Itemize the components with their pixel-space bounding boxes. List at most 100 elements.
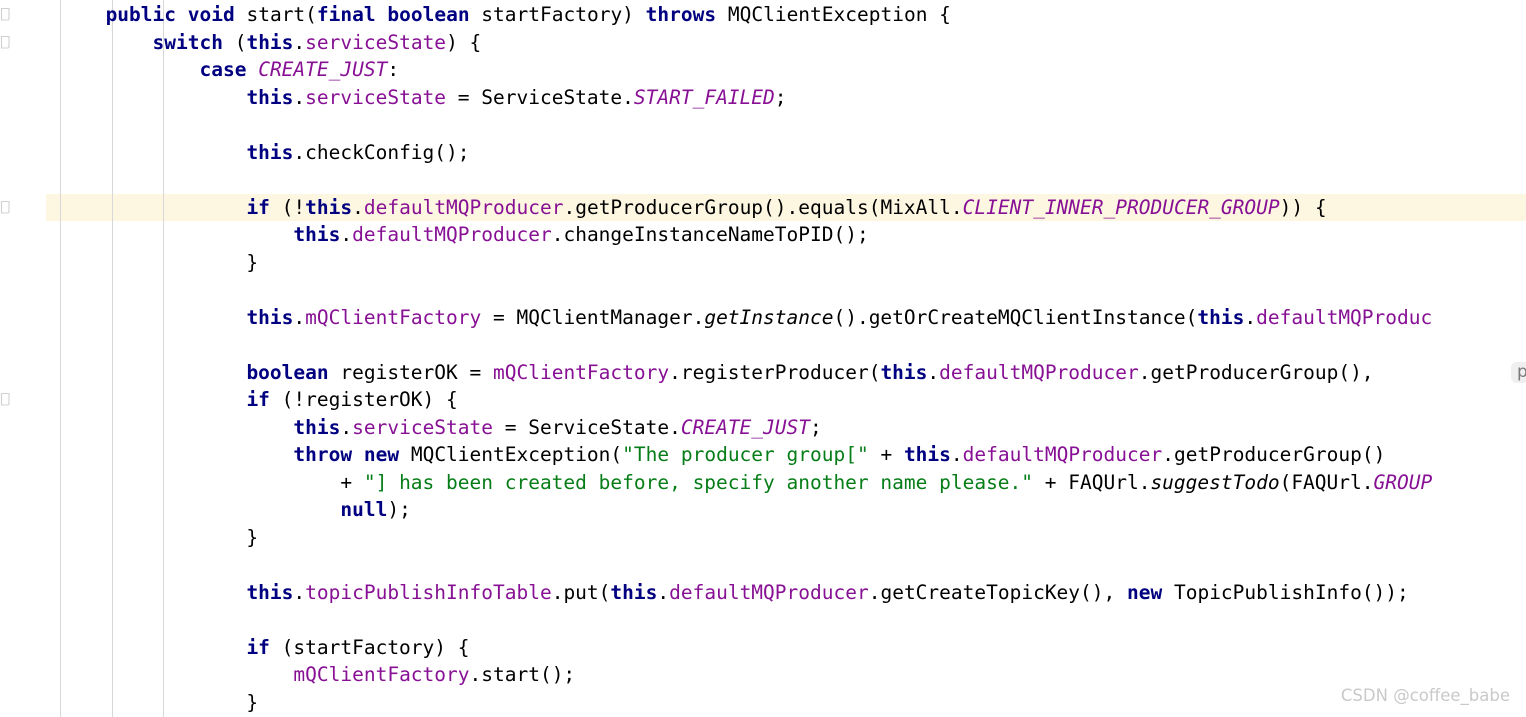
code-token-fld: defaultMQProducer [669, 580, 869, 604]
code-token-pln: MQClientException( [399, 443, 623, 466]
code-token-pln: = MQClientManager. [481, 305, 705, 329]
code-token-kw: throw [293, 443, 353, 466]
code-token-kw: throws [645, 3, 717, 26]
code-token-pln: . [1244, 305, 1257, 329]
code-token-fld: defaultMQProducer [962, 443, 1163, 466]
code-line[interactable]: null); [59, 496, 411, 524]
code-token-pln [59, 223, 294, 246]
code-token-kw: this [246, 305, 294, 329]
code-token-pln: ); [387, 498, 411, 521]
code-token-fld: serviceState [305, 30, 447, 54]
code-token-pln: .put( [551, 580, 611, 604]
fold-marker-icon[interactable] [0, 35, 12, 49]
code-token-kw: this [293, 223, 341, 246]
code-token-fld: serviceState [305, 85, 447, 109]
code-line[interactable]: this.serviceState = ServiceState.START_F… [59, 84, 787, 112]
fold-marker-icon[interactable] [0, 200, 12, 214]
code-token-pln [59, 416, 294, 439]
code-token-pln: MQClientException { [716, 3, 951, 26]
code-token-sfld: CREATE_JUST [680, 415, 810, 439]
code-token-pln: = ServiceState. [446, 85, 634, 109]
code-token-sfld: CLIENT_INNER_PRODUCER_GROUP [962, 195, 1280, 219]
code-line[interactable]: + "] has been created before, specify an… [58, 469, 1432, 497]
code-token-kw: public [105, 3, 177, 26]
code-line[interactable]: case CREATE_JUST: [59, 56, 399, 84]
code-token-pln: .getProducerGroup() [1162, 443, 1386, 466]
code-token-pln: )) { [1279, 195, 1327, 219]
code-token-kw: this [610, 580, 658, 604]
code-line[interactable]: this.topicPublishInfoTable.put(this.defa… [59, 579, 1409, 607]
code-token-pln: } [58, 250, 259, 274]
code-line[interactable]: if (startFactory) { [59, 634, 470, 662]
code-token-kw: void [187, 3, 235, 26]
code-token-pln: ( [222, 30, 247, 54]
code-token-kw: this [293, 415, 341, 439]
code-token-pln: . [293, 305, 306, 329]
code-token-sfld: CREATE_JUST [258, 58, 388, 81]
code-token-fld: mQClientFactory [293, 663, 470, 686]
code-line[interactable]: this.serviceState = ServiceState.CREATE_… [59, 414, 822, 442]
code-line[interactable]: public void start(final boolean startFac… [59, 1, 951, 29]
code-token-pln [59, 388, 247, 411]
code-token-pln: registerOK = [328, 360, 493, 384]
code-token-pln [59, 141, 247, 164]
code-token-smth: suggestTodo [1150, 470, 1280, 494]
code-token-pln: . [352, 195, 364, 219]
code-line[interactable]: throw new MQClientException("The produce… [59, 441, 1386, 469]
code-token-pln: = ServiceState. [493, 415, 681, 439]
code-line[interactable]: this.checkConfig(); [59, 139, 469, 167]
inlay-parameter-hint[interactable]: proc [1511, 362, 1526, 383]
code-editor[interactable]: public void start(final boolean startFac… [0, 0, 1526, 717]
code-token-kw: boolean [387, 3, 470, 26]
code-token-fld: mQClientFactory [493, 360, 670, 384]
code-token-fld: serviceState [352, 415, 494, 439]
code-token-pln [59, 196, 247, 219]
code-token-str: "The producer group[" [622, 443, 869, 466]
code-token-pln [376, 3, 388, 26]
code-token-pln: .getProducerGroup(), [1138, 360, 1386, 384]
code-token-kw: this [1197, 305, 1245, 329]
code-line[interactable]: } [58, 249, 259, 277]
code-token-kw: this [246, 580, 294, 604]
code-token-pln [59, 663, 294, 686]
code-token-pln: .getCreateTopicKey(), [868, 580, 1127, 604]
code-token-pln: .changeInstanceNameToPID(); [551, 223, 869, 246]
code-token-pln [59, 31, 153, 54]
code-token-fld: defaultMQProducer [363, 195, 564, 219]
code-token-pln: } [58, 525, 259, 549]
code-token-pln: . [293, 30, 306, 54]
code-token-pln: ; [810, 415, 822, 439]
code-token-pln: TopicPublishInfo()); [1162, 580, 1409, 604]
code-token-fld: mQClientFactory [305, 305, 482, 329]
code-line[interactable]: if (!this.defaultMQProducer.getProducerG… [59, 194, 1327, 222]
fold-marker-icon[interactable] [0, 8, 12, 21]
code-token-fld: defaultMQProduc [1256, 305, 1433, 329]
fold-marker-icon[interactable] [0, 393, 12, 406]
csdn-watermark: CSDN @coffee_babe [1340, 686, 1510, 705]
code-token-pln: (startFactory) { [269, 635, 470, 659]
code-token-pln: (! [269, 195, 306, 219]
code-line[interactable]: switch (this.serviceState) { [59, 29, 482, 57]
code-token-pln: startFactory) [469, 3, 646, 26]
code-token-pln: + [868, 443, 904, 466]
code-token-pln: .getProducerGroup().equals(MixAll. [563, 195, 963, 219]
code-line[interactable]: } [59, 689, 258, 717]
code-token-pln [352, 443, 364, 466]
code-line[interactable]: this.mQClientFactory = MQClientManager.g… [59, 304, 1433, 332]
code-line[interactable]: mQClientFactory.start(); [59, 661, 575, 689]
code-token-pln: ; [774, 85, 787, 109]
code-token-kw: this [246, 30, 294, 54]
code-line[interactable]: this.defaultMQProducer.changeInstanceNam… [59, 221, 869, 249]
code-token-kw: null [340, 498, 388, 521]
code-token-pln [59, 443, 294, 466]
code-line[interactable]: if (!registerOK) { [59, 386, 457, 414]
code-token-sfld: START_FAILED [633, 85, 775, 109]
code-text-area[interactable]: public void start(final boolean startFac… [0, 0, 1526, 717]
code-token-pln: . [293, 85, 306, 109]
editor-gutter[interactable] [0, 0, 46, 717]
code-token-fld: topicPublishInfoTable [305, 580, 552, 604]
code-token-pln [176, 3, 188, 26]
code-line[interactable]: } [58, 524, 259, 552]
code-line[interactable]: boolean registerOK = mQClientFactory.reg… [59, 359, 1386, 387]
code-token-pln: + [58, 470, 364, 494]
